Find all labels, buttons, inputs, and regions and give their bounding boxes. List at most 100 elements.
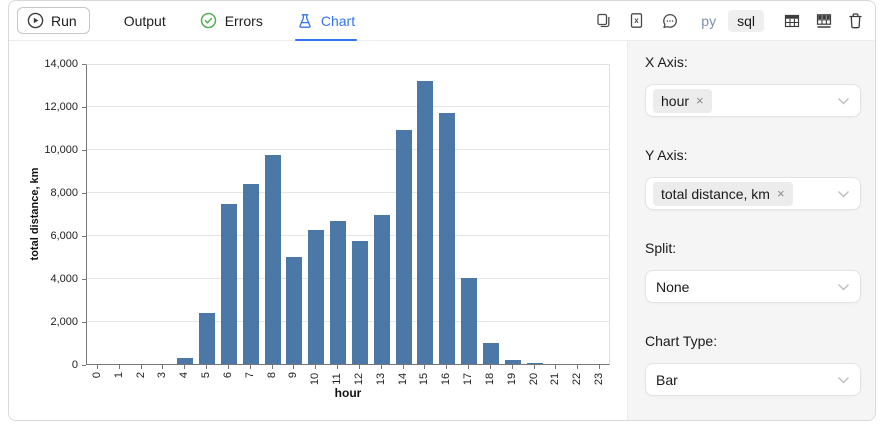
y-tick-mark xyxy=(82,365,86,366)
bar-hour-19[interactable] xyxy=(505,360,521,364)
python-toggle[interactable]: py xyxy=(695,10,722,32)
y-tick-mark xyxy=(82,322,86,323)
bar-hour-5[interactable] xyxy=(199,313,215,364)
split-select[interactable]: None xyxy=(645,270,861,303)
bar-hour-7[interactable] xyxy=(243,184,259,364)
x-tick-mark xyxy=(97,365,98,369)
bar-hour-6[interactable] xyxy=(221,204,237,364)
x-tick-label: 11 xyxy=(331,373,343,384)
x-axis-title: hour xyxy=(86,386,610,400)
bar-hour-10[interactable] xyxy=(308,230,324,364)
x-tick-label: 20 xyxy=(528,373,540,385)
run-button[interactable]: Run xyxy=(17,7,90,34)
x-axis-tag-value: hour xyxy=(661,93,689,109)
x-axis-tag: hour × xyxy=(653,89,712,113)
tab-output-label: Output xyxy=(124,13,166,29)
bar-hour-18[interactable] xyxy=(483,343,499,364)
table-header-icon[interactable] xyxy=(782,11,801,30)
bar-hour-12[interactable] xyxy=(352,241,368,364)
x-tick-mark xyxy=(512,365,513,369)
svg-text:x: x xyxy=(635,16,640,25)
bar-hour-8[interactable] xyxy=(265,155,281,364)
y-tick-label: 6,000 xyxy=(9,230,78,242)
bar-hour-15[interactable] xyxy=(417,81,433,364)
y-axis-select[interactable]: total distance, km × xyxy=(645,177,861,210)
x-tick-mark xyxy=(228,365,229,369)
copy-icon[interactable] xyxy=(594,11,613,30)
x-tick-mark xyxy=(468,365,469,369)
export-file-icon[interactable]: x xyxy=(627,11,646,30)
y-tick-label: 2,000 xyxy=(9,316,78,328)
chevron-down-icon xyxy=(837,190,850,198)
chart-type-value: Bar xyxy=(653,372,678,388)
x-tick-mark xyxy=(490,365,491,369)
y-tick-mark xyxy=(82,279,86,280)
bar-hour-14[interactable] xyxy=(396,130,412,364)
chart-settings-panel: X Axis: hour × Y Axis: total distance, k… xyxy=(627,41,875,420)
toolbar: Run Output Errors Chart xyxy=(9,1,875,41)
table-cells-icon[interactable] xyxy=(814,11,833,30)
x-tick-label: 17 xyxy=(462,373,474,385)
comments-icon[interactable] xyxy=(660,11,679,30)
x-tick-mark xyxy=(337,365,338,369)
x-tick-mark xyxy=(534,365,535,369)
bar-hour-9[interactable] xyxy=(286,257,302,364)
remove-tag-icon[interactable]: × xyxy=(777,187,785,200)
split-value: None xyxy=(653,279,689,295)
y-tick-mark xyxy=(82,64,86,65)
y-axis-tag-value: total distance, km xyxy=(661,186,770,202)
x-tick-mark xyxy=(119,365,120,369)
gridline xyxy=(87,278,609,279)
chevron-down-icon xyxy=(837,97,850,105)
gridline xyxy=(87,321,609,322)
chevron-down-icon xyxy=(837,376,850,384)
x-tick-label: 1 xyxy=(113,372,125,378)
gridline xyxy=(87,192,609,193)
tab-errors-label: Errors xyxy=(225,13,263,29)
toolbar-actions: x xyxy=(594,11,679,30)
x-tick-mark xyxy=(141,365,142,369)
y-tick-label: 10,000 xyxy=(9,144,78,156)
sql-toggle[interactable]: sql xyxy=(728,10,764,32)
x-tick-mark xyxy=(206,365,207,369)
flask-chart-icon xyxy=(297,13,313,29)
language-toggle: py sql xyxy=(695,10,764,32)
bar-hour-13[interactable] xyxy=(374,215,390,364)
x-tick-mark xyxy=(315,365,316,369)
chart-plot xyxy=(86,64,610,365)
y-axis-setting: Y Axis: total distance, km × xyxy=(645,147,861,210)
split-label: Split: xyxy=(645,240,861,256)
run-label: Run xyxy=(51,13,77,29)
bar-hour-20[interactable] xyxy=(527,363,543,364)
x-tick-label: 22 xyxy=(571,373,583,385)
tab-errors[interactable]: Errors xyxy=(200,1,263,40)
y-tick-label: 14,000 xyxy=(9,58,78,70)
bar-hour-4[interactable] xyxy=(177,358,193,364)
y-axis-title: total distance, km xyxy=(29,168,41,261)
chart-area: total distance, km hour 02,0004,0006,000… xyxy=(9,41,627,420)
content: total distance, km hour 02,0004,0006,000… xyxy=(9,41,875,420)
bar-hour-16[interactable] xyxy=(439,113,455,364)
check-circle-icon xyxy=(200,12,217,29)
split-setting: Split: None xyxy=(645,240,861,303)
x-tick-label: 21 xyxy=(549,373,561,385)
chart-type-select[interactable]: Bar xyxy=(645,363,861,396)
x-tick-label: 12 xyxy=(353,373,365,385)
bar-hour-11[interactable] xyxy=(330,221,346,364)
tab-chart[interactable]: Chart xyxy=(297,1,355,40)
x-axis-label: X Axis: xyxy=(645,54,861,70)
chart-type-label: Chart Type: xyxy=(645,333,861,349)
remove-tag-icon[interactable]: × xyxy=(696,94,704,107)
bar-hour-17[interactable] xyxy=(461,278,477,364)
x-tick-mark xyxy=(293,365,294,369)
notebook-cell-card: Run Output Errors Chart xyxy=(8,0,876,421)
delete-icon[interactable] xyxy=(846,11,865,30)
x-tick-label: 8 xyxy=(266,372,278,378)
x-tick-mark xyxy=(272,365,273,369)
x-tick-mark xyxy=(403,365,404,369)
x-axis-select[interactable]: hour × xyxy=(645,84,861,117)
x-tick-label: 10 xyxy=(309,373,321,385)
tab-output[interactable]: Output xyxy=(124,1,166,40)
x-tick-mark xyxy=(250,365,251,369)
x-axis-setting: X Axis: hour × xyxy=(645,54,861,117)
